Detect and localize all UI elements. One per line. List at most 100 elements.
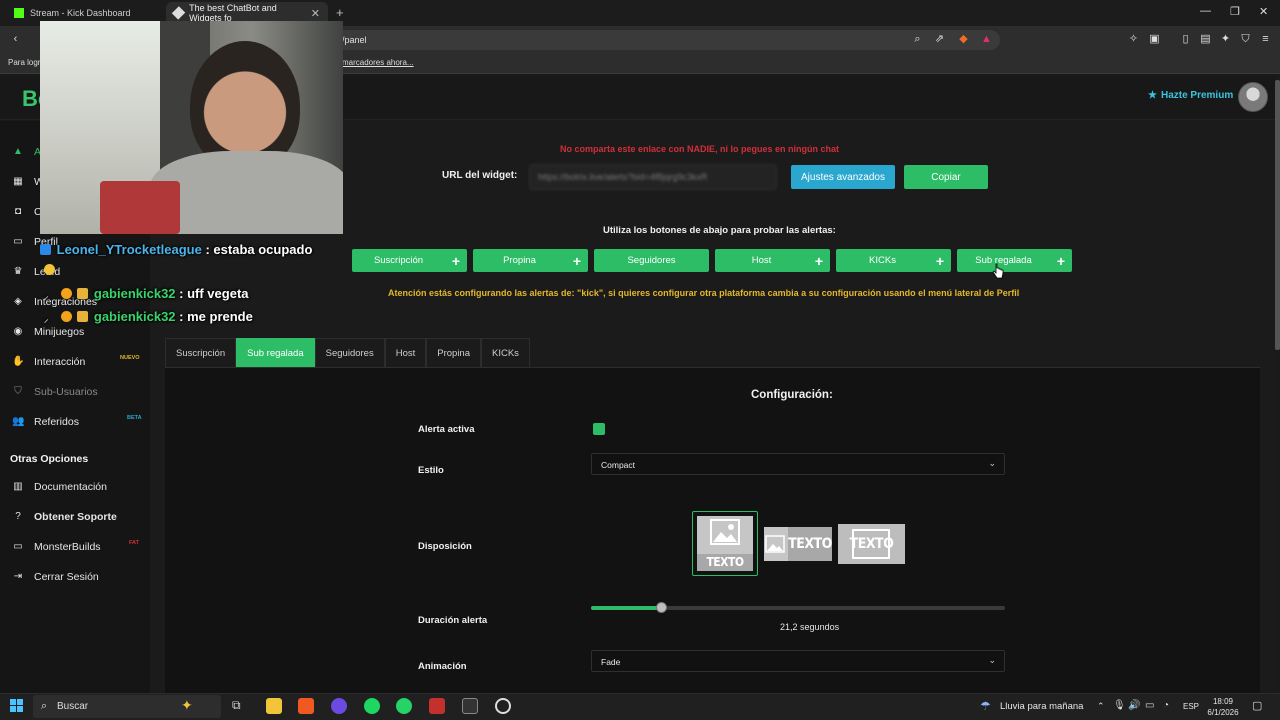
sidebar-item-docs[interactable]: ▥ Documentación bbox=[12, 481, 107, 493]
test-subscription-button[interactable]: Suscripción + bbox=[352, 249, 467, 272]
tab-kicks[interactable]: KICKs bbox=[481, 338, 530, 367]
test-alerts-label: Utiliza los botones de abajo para probar… bbox=[603, 225, 836, 236]
tab-gifted-sub[interactable]: Sub regalada bbox=[236, 338, 315, 367]
layout-option-side[interactable]: TEXTO bbox=[764, 527, 832, 561]
trophy-icon: ♛ bbox=[13, 266, 23, 277]
avatar[interactable] bbox=[1238, 82, 1268, 112]
spotify-icon[interactable] bbox=[364, 698, 380, 714]
file-explorer-icon[interactable] bbox=[266, 698, 282, 714]
windows-start-icon[interactable] bbox=[10, 699, 24, 713]
plus-icon: + bbox=[451, 252, 461, 269]
page-scrollbar-thumb[interactable] bbox=[1275, 80, 1280, 350]
wallet-icon[interactable]: ▣ bbox=[1148, 33, 1161, 46]
style-select[interactable]: Compact ⌄ bbox=[591, 453, 1005, 475]
rewards-icon[interactable]: ▲ bbox=[980, 33, 993, 46]
chevron-down-icon: ⌄ bbox=[988, 458, 996, 468]
chat-badge-icon bbox=[60, 288, 72, 299]
question-icon: ? bbox=[15, 511, 21, 522]
chat-username: gabienkick32 bbox=[93, 309, 176, 324]
close-tab-icon[interactable]: ✕ bbox=[311, 7, 320, 20]
restore-icon[interactable]: ❐ bbox=[1230, 5, 1240, 18]
duration-label: Duración alerta bbox=[418, 615, 488, 626]
weather-text[interactable]: Lluvia para mañana bbox=[1000, 701, 1083, 712]
animation-select[interactable]: Fade ⌄ bbox=[591, 650, 1005, 672]
sidebar-item-alerts[interactable]: ▲ A bbox=[12, 146, 41, 158]
sidebar-item-interaction[interactable]: ✋ Interacción bbox=[12, 356, 85, 368]
menu-icon[interactable]: ≡ bbox=[1259, 33, 1272, 46]
animation-label: Animación bbox=[418, 661, 467, 672]
back-icon[interactable]: ‹ bbox=[9, 33, 22, 46]
tab-host[interactable]: Host bbox=[384, 338, 427, 367]
close-window-icon[interactable]: ✕ bbox=[1259, 5, 1268, 18]
chat-username: Leonel_YTrocketleague bbox=[56, 242, 202, 257]
minimize-icon[interactable]: — bbox=[1200, 5, 1211, 17]
sidebar-item-logout[interactable]: ⇥ Cerrar Sesión bbox=[12, 571, 99, 583]
sidebar-item-label: Referidos bbox=[34, 416, 79, 428]
alert-active-checkbox[interactable] bbox=[593, 423, 605, 435]
task-view-icon[interactable]: ⧉ bbox=[232, 698, 248, 714]
botrix-favicon-icon bbox=[171, 6, 186, 20]
taskbar-search[interactable]: ⌕ Buscar ✦ bbox=[33, 695, 221, 718]
microphone-icon[interactable]: 🎙 bbox=[1113, 700, 1126, 711]
layout-option-stacked[interactable]: TEXTO bbox=[692, 511, 758, 576]
sidebar-item-label: Cerrar Sesión bbox=[34, 571, 99, 583]
test-host-button[interactable]: Host + bbox=[715, 249, 830, 272]
game-app-icon[interactable] bbox=[429, 698, 445, 714]
pick-icon: ⸝ bbox=[44, 291, 49, 301]
display-icon[interactable]: ▭ bbox=[1145, 700, 1154, 711]
test-followers-button[interactable]: Seguidores bbox=[594, 249, 709, 272]
sidebar-item-support[interactable]: ? Obtener Soporte bbox=[12, 511, 117, 523]
import-bookmarks-link[interactable]: marcadores ahora... bbox=[342, 58, 414, 67]
share-icon[interactable]: ⇗ bbox=[933, 33, 946, 46]
layout-text-sample: TEXTO bbox=[697, 554, 753, 571]
premium-button[interactable]: ★ Hazte Premium bbox=[1148, 90, 1233, 101]
notifications-icon[interactable]: ▢ bbox=[1252, 699, 1262, 712]
clock[interactable]: 18:09 6/1/2026 bbox=[1204, 696, 1242, 718]
cube-icon: ◈ bbox=[14, 296, 22, 307]
layout-option-overlay[interactable]: TEXTO bbox=[838, 524, 905, 564]
sidebar-item-monsterbuilds[interactable]: ▭ MonsterBuilds bbox=[12, 541, 100, 553]
advanced-settings-button[interactable]: Ajustes avanzados bbox=[791, 165, 895, 189]
volume-icon[interactable]: 🔊 bbox=[1128, 700, 1140, 711]
sidebar-toggle-icon[interactable]: ▯ bbox=[1179, 33, 1192, 46]
sidebar-item-referrals[interactable]: 👥 Referidos bbox=[12, 416, 79, 428]
widget-url-field[interactable]: https://botrix.live/alerts?bid=4f8jqrg9c… bbox=[529, 164, 777, 190]
tab-search-icon[interactable]: ▤ bbox=[1199, 33, 1212, 46]
chat-badge-icon bbox=[60, 311, 72, 322]
editor-app-icon[interactable] bbox=[462, 698, 478, 714]
animation-value: Fade bbox=[601, 657, 621, 667]
platform-notice: Atención estás configurando las alertas … bbox=[388, 288, 1020, 298]
chat-text: : estaba ocupado bbox=[205, 242, 313, 257]
obs-icon[interactable] bbox=[495, 698, 511, 714]
sidebar-item-subusers[interactable]: ⛉ Sub-Usuarios bbox=[12, 386, 97, 398]
copilot-sparkle-icon: ✦ bbox=[181, 697, 193, 713]
tab-followers[interactable]: Seguidores bbox=[314, 338, 385, 367]
sidebar-item-commands[interactable]: ◘ C bbox=[12, 206, 42, 218]
test-kicks-button[interactable]: KICKs + bbox=[836, 249, 951, 272]
brave-browser-icon[interactable] bbox=[298, 698, 314, 714]
leo-ai-icon[interactable]: ✦ bbox=[1219, 33, 1232, 46]
brave-shield-icon[interactable]: ◆ bbox=[957, 33, 970, 46]
test-button-label: KICKs bbox=[869, 255, 896, 266]
tab-tip[interactable]: Propina bbox=[426, 338, 481, 367]
grid-icon: ▦ bbox=[13, 176, 23, 187]
tab-subscription[interactable]: Suscripción bbox=[165, 338, 237, 367]
tray-chevron-icon[interactable]: ⌃ bbox=[1097, 701, 1105, 712]
whatsapp-icon[interactable] bbox=[396, 698, 412, 714]
vpn-icon[interactable]: ⛉ bbox=[1239, 33, 1252, 46]
new-tab-icon[interactable]: + bbox=[336, 5, 344, 20]
copy-button[interactable]: Copiar bbox=[904, 165, 988, 189]
network-icon[interactable]: ◔ bbox=[1163, 700, 1169, 711]
test-tip-button[interactable]: Propina + bbox=[473, 249, 588, 272]
extensions-icon[interactable]: ✧ bbox=[1127, 33, 1140, 46]
streaming-app-icon[interactable] bbox=[331, 698, 347, 714]
zoom-icon[interactable]: ⌕ bbox=[911, 33, 924, 46]
sidebar-item-minigames[interactable]: ◉ Minijuegos bbox=[12, 326, 85, 338]
language-indicator[interactable]: ESP bbox=[1183, 702, 1199, 711]
tab-title: Stream - Kick Dashboard bbox=[30, 8, 131, 18]
star-icon: ★ bbox=[1148, 90, 1157, 101]
sidebar-section-title: Otras Opciones bbox=[10, 453, 89, 465]
search-placeholder: Buscar bbox=[57, 701, 89, 712]
chat-message: ⸝ gabienkick32 : me prende bbox=[44, 309, 253, 324]
test-gifted-sub-button[interactable]: Sub regalada + bbox=[957, 249, 1072, 272]
